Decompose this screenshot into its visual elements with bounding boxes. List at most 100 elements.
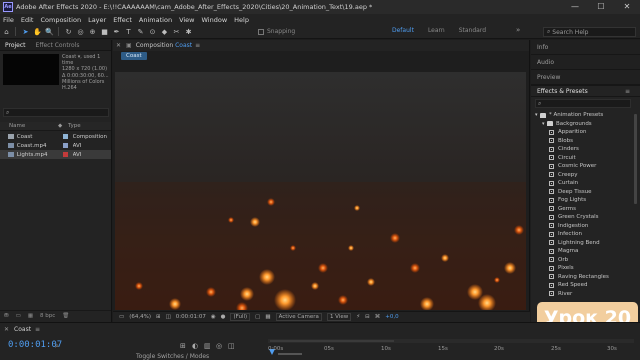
- menu-animation[interactable]: Animation: [139, 16, 172, 24]
- new-folder-icon[interactable]: ▭: [16, 313, 21, 319]
- channel-icon[interactable]: ●: [221, 314, 226, 320]
- effects-preset-item[interactable]: Magma: [531, 247, 634, 256]
- snapshot-icon[interactable]: ◉: [211, 314, 216, 320]
- effects-preset-item[interactable]: Lightning Bend: [531, 239, 634, 248]
- rotate-icon[interactable]: ↻: [63, 26, 74, 37]
- preview-panel-tab[interactable]: Preview: [531, 70, 640, 85]
- camera-dropdown[interactable]: Active Camera: [275, 313, 322, 321]
- menu-composition[interactable]: Composition: [40, 16, 81, 24]
- zoom-icon[interactable]: 🔍: [44, 26, 55, 37]
- views-dropdown[interactable]: 1 View: [326, 313, 352, 321]
- effects-preset-item[interactable]: Creepy: [531, 171, 634, 180]
- effects-scrollbar[interactable]: [634, 114, 637, 204]
- effects-preset-item[interactable]: Infection: [531, 230, 634, 239]
- timeline-tab[interactable]: ✕ Coast ≡: [4, 326, 40, 333]
- menu-edit[interactable]: Edit: [21, 16, 34, 24]
- composition-tab-label[interactable]: Composition: [136, 42, 173, 49]
- menu-effect[interactable]: Effect: [113, 16, 132, 24]
- effects-preset-item[interactable]: Cinders: [531, 145, 634, 154]
- panel-menu-icon[interactable]: ≡: [35, 326, 40, 333]
- region-icon[interactable]: ▢: [255, 314, 260, 320]
- timeline-toggle-icon[interactable]: ⊟: [365, 314, 370, 320]
- graph-editor-icon[interactable]: ◫: [228, 342, 240, 350]
- effects-preset-item[interactable]: Germs: [531, 205, 634, 214]
- project-search-input[interactable]: ⌕: [3, 108, 109, 117]
- tab-effect-controls[interactable]: Effect Controls: [31, 42, 85, 49]
- search-help-input[interactable]: ⌕ Search Help: [543, 27, 636, 37]
- effects-folder-item[interactable]: ▾ Backgrounds: [531, 120, 634, 129]
- type-icon[interactable]: T: [123, 26, 134, 37]
- menu-window[interactable]: Window: [202, 16, 228, 24]
- effects-search-input[interactable]: ⌕: [535, 99, 631, 108]
- flowchart-icon[interactable]: ⌘: [375, 314, 381, 320]
- snapping-checkbox[interactable]: [258, 28, 264, 35]
- effects-preset-item[interactable]: Red Speed: [531, 281, 634, 290]
- effects-preset-item[interactable]: Apparition: [531, 128, 634, 137]
- eraser-icon[interactable]: ◆: [159, 26, 170, 37]
- effects-folder-item[interactable]: ▾ * Animation Presets: [531, 111, 634, 120]
- transparency-grid-icon[interactable]: ▦: [265, 314, 270, 320]
- interpret-footage-icon[interactable]: ⛃: [4, 313, 9, 319]
- resolution-dropdown[interactable]: (Full): [230, 313, 251, 321]
- close-icon[interactable]: ✕: [614, 0, 640, 14]
- home-icon[interactable]: ⌂: [1, 26, 12, 37]
- snapping-toggle[interactable]: Snapping: [258, 28, 295, 35]
- monitor-icon[interactable]: ▭: [119, 314, 124, 320]
- zoom-dropdown[interactable]: (64,4%): [129, 314, 151, 320]
- mask-icon[interactable]: ◫: [166, 314, 171, 320]
- frame-blend-icon[interactable]: ▥: [204, 342, 216, 350]
- lock-icon[interactable]: ▣: [126, 42, 132, 49]
- timeline-search-icon[interactable]: ⌕: [55, 342, 67, 350]
- effects-preset-item[interactable]: River: [531, 290, 634, 299]
- timeline-ruler[interactable]: 0:00s 05s 10s 15s 20s 25s 30s: [268, 339, 634, 357]
- timeline-tab-name[interactable]: Coast: [14, 326, 31, 333]
- trash-icon[interactable]: 🗑: [62, 313, 69, 319]
- label-color-swatch[interactable]: [62, 143, 68, 148]
- tab-project[interactable]: Project: [0, 42, 31, 49]
- column-name[interactable]: Name: [0, 123, 58, 129]
- effects-preset-item[interactable]: Pixels: [531, 264, 634, 273]
- effects-preset-item[interactable]: Raving Rectangles: [531, 273, 634, 282]
- comp-button-icon[interactable]: ⊞: [180, 342, 192, 350]
- puppet-pin-icon[interactable]: ✱: [183, 26, 194, 37]
- effects-preset-item[interactable]: Cosmic Power: [531, 162, 634, 171]
- bit-depth-button[interactable]: 8 bpc: [40, 313, 55, 319]
- menu-layer[interactable]: Layer: [88, 16, 106, 24]
- grid-icon[interactable]: ⊞: [156, 314, 161, 320]
- effects-preset-item[interactable]: Green Crystals: [531, 213, 634, 222]
- close-tab-icon[interactable]: ✕: [4, 326, 9, 333]
- panel-menu-icon[interactable]: ≡: [625, 88, 630, 95]
- menu-view[interactable]: View: [179, 16, 194, 24]
- exposure-value[interactable]: +0,0: [385, 314, 398, 320]
- current-time-display[interactable]: 0:00:01:07: [176, 314, 206, 320]
- camera-orbit-icon[interactable]: ◎: [75, 26, 86, 37]
- motion-blur-icon[interactable]: ◎: [216, 342, 228, 350]
- menu-file[interactable]: File: [3, 16, 14, 24]
- effects-preset-item[interactable]: Indigestion: [531, 222, 634, 231]
- menu-help[interactable]: Help: [234, 16, 249, 24]
- audio-panel-tab[interactable]: Audio: [531, 55, 640, 70]
- column-type[interactable]: Type: [68, 123, 108, 129]
- workspace-learn[interactable]: Learn: [428, 27, 445, 34]
- toggle-switches-modes[interactable]: Toggle Switches / Modes: [136, 353, 209, 360]
- rectangle-icon[interactable]: ■: [99, 26, 110, 37]
- project-row-lights-mp4[interactable]: Lights.mp4 AVI: [0, 150, 111, 159]
- pan-behind-icon[interactable]: ⊕: [87, 26, 98, 37]
- workspace-standard[interactable]: Standard: [459, 27, 486, 34]
- effects-preset-item[interactable]: Curtain: [531, 179, 634, 188]
- minimize-icon[interactable]: —: [562, 0, 588, 14]
- project-row-coast[interactable]: Coast Composition: [0, 132, 111, 141]
- composition-viewer[interactable]: [115, 72, 526, 310]
- shy-icon[interactable]: ◐: [192, 342, 204, 350]
- roto-brush-icon[interactable]: ✂: [171, 26, 182, 37]
- effects-preset-item[interactable]: Circuit: [531, 154, 634, 163]
- effects-preset-item[interactable]: Fog Lights: [531, 196, 634, 205]
- composition-tab-name[interactable]: Coast: [175, 42, 192, 49]
- label-color-swatch[interactable]: [62, 152, 68, 157]
- effects-preset-item[interactable]: Orb: [531, 256, 634, 265]
- fast-preview-icon[interactable]: ⚡: [356, 314, 360, 320]
- work-area-range[interactable]: [270, 340, 394, 342]
- timeline-zoom-slider[interactable]: [278, 353, 302, 355]
- selection-arrow-icon[interactable]: ➤: [20, 26, 31, 37]
- workspace-default[interactable]: Default: [392, 27, 414, 34]
